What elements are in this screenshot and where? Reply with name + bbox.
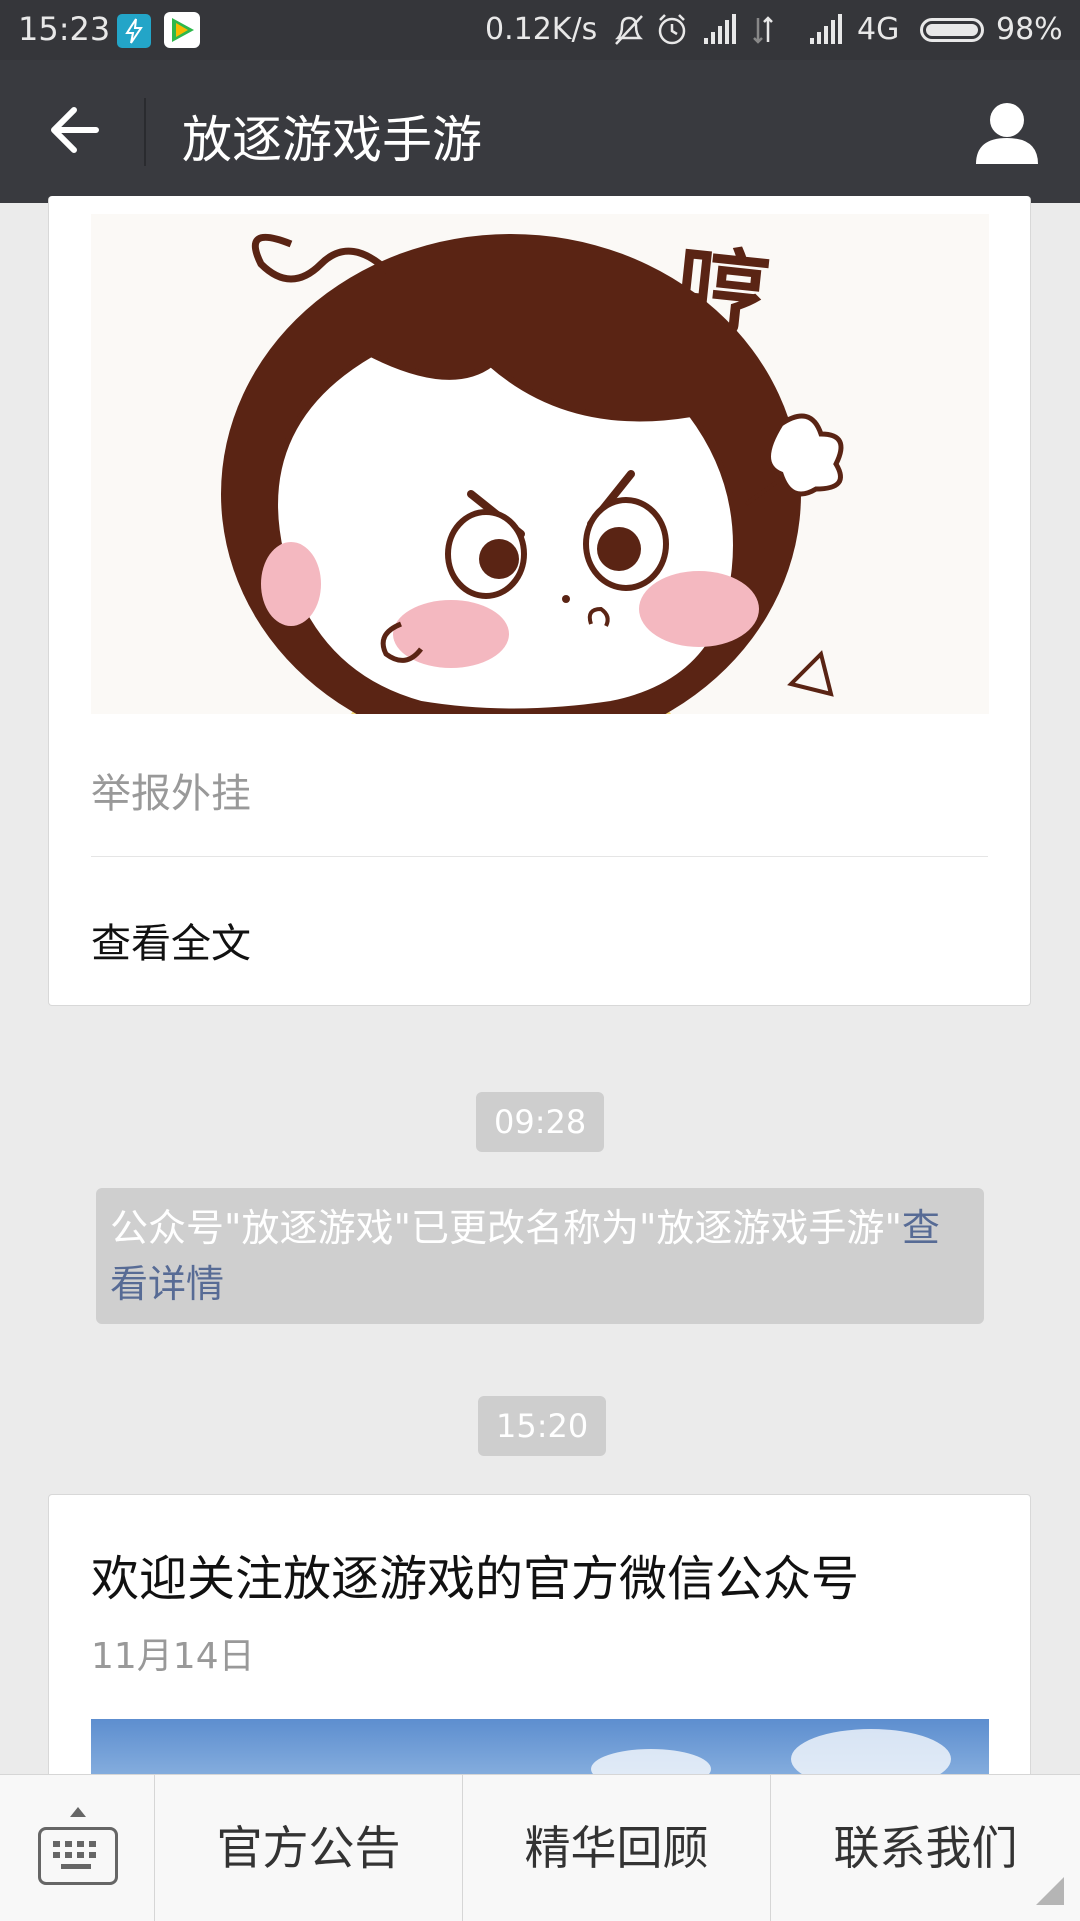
alarm-icon bbox=[658, 14, 686, 45]
status-icons bbox=[614, 14, 842, 45]
lightning-app-icon bbox=[117, 14, 151, 48]
network-type: 4G bbox=[857, 12, 900, 47]
video-app-icon bbox=[164, 12, 200, 48]
status-time: 15:23 bbox=[18, 10, 111, 48]
caret-up-icon bbox=[70, 1807, 86, 1817]
article-card[interactable]: 哼 举报外挂 查看全文 bbox=[48, 196, 1031, 1006]
system-message: 公众号"放逐游戏"已更改名称为"放逐游戏手游"查看详情 bbox=[96, 1188, 984, 1324]
article-title: 欢迎关注放逐游戏的官方微信公众号 bbox=[91, 1551, 860, 1607]
net-speed: 0.12K/s bbox=[485, 12, 598, 47]
bottom-menu: 官方公告 精华回顾 联系我们 bbox=[0, 1774, 1080, 1921]
page-title: 放逐游戏手游 bbox=[182, 111, 482, 169]
keyboard-toggle-button[interactable] bbox=[0, 1775, 155, 1921]
title-bar: 放逐游戏手游 bbox=[0, 60, 1080, 203]
card-divider bbox=[91, 856, 988, 857]
message-timestamp: 15:20 bbox=[478, 1396, 607, 1456]
battery-percent: 98% bbox=[996, 12, 1063, 47]
back-arrow-icon[interactable] bbox=[44, 100, 104, 160]
signal-icon bbox=[810, 14, 842, 44]
message-timestamp: 09:28 bbox=[476, 1092, 605, 1152]
menu-official-announcements[interactable]: 官方公告 bbox=[155, 1775, 463, 1921]
submenu-indicator-icon bbox=[1036, 1877, 1064, 1905]
menu-highlights-review[interactable]: 精华回顾 bbox=[463, 1775, 771, 1921]
illustration-text-hum: 哼 bbox=[670, 234, 774, 351]
keyboard-icon bbox=[38, 1827, 118, 1885]
data-arrows-icon bbox=[753, 16, 773, 44]
battery-icon bbox=[920, 18, 984, 42]
article-date: 11月14日 bbox=[91, 1636, 255, 1677]
status-bar: 15:23 0.12K/s 4G 98% bbox=[0, 0, 1080, 60]
menu-contact-us[interactable]: 联系我们 bbox=[771, 1775, 1080, 1921]
person-icon[interactable] bbox=[972, 100, 1042, 166]
title-divider bbox=[144, 98, 146, 166]
angry-cartoon-girl-illustration: 哼 bbox=[91, 214, 989, 714]
system-message-text: 公众号"放逐游戏"已更改名称为"放逐游戏手游" bbox=[110, 1206, 902, 1250]
mute-bell-icon bbox=[614, 15, 644, 45]
read-full-article-link[interactable]: 查看全文 bbox=[91, 911, 251, 969]
article-description: 举报外挂 bbox=[91, 771, 251, 817]
signal-icon bbox=[704, 14, 736, 44]
